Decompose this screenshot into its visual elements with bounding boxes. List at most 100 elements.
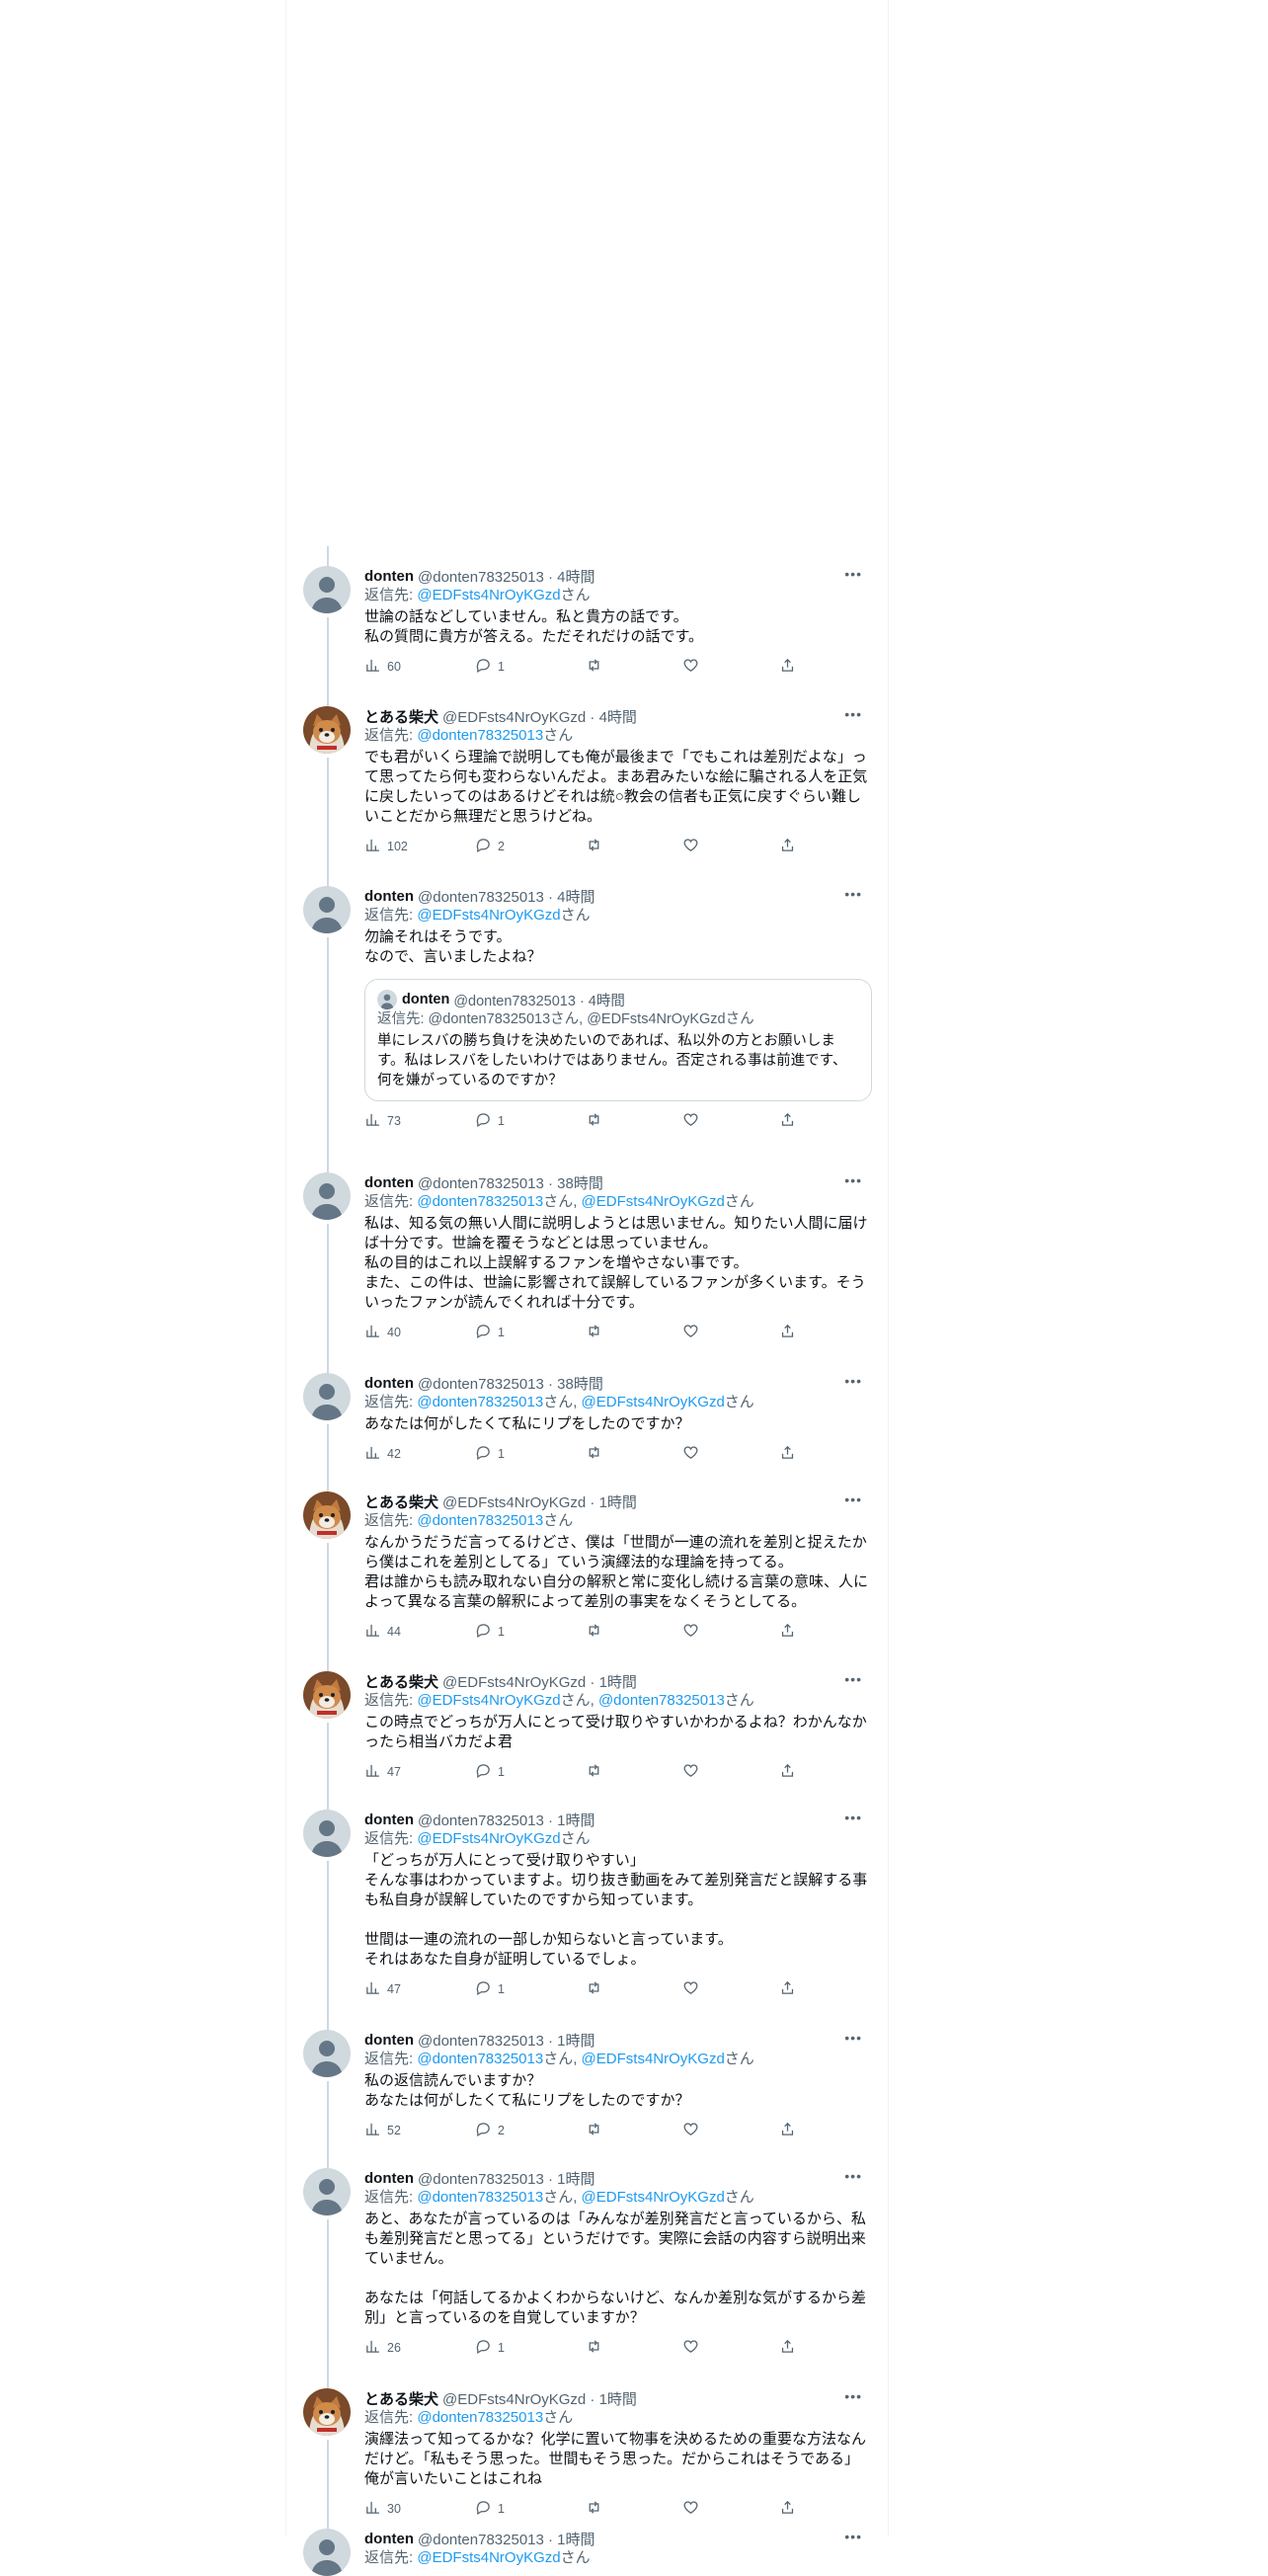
- more-icon[interactable]: •••: [844, 886, 862, 902]
- like-button[interactable]: [682, 2499, 779, 2519]
- reply-to-handle[interactable]: @EDFsts4NrOyKGzd: [582, 2189, 725, 2206]
- author-name[interactable]: donten: [364, 568, 414, 585]
- reply-to-handle[interactable]: @donten78325013: [598, 1692, 725, 1709]
- share-button[interactable]: [779, 1979, 796, 1999]
- tweet-item[interactable]: donten @donten78325013 · 1時間 ••• 返信先: @EDFs…: [286, 2509, 888, 2576]
- share-button[interactable]: [779, 1762, 796, 1782]
- reply-to-handle[interactable]: @donten78325013: [417, 2189, 543, 2206]
- share-button[interactable]: [779, 1622, 796, 1642]
- reply-to-handle[interactable]: @donten78325013: [417, 2051, 543, 2067]
- author-name[interactable]: とある柴犬: [364, 1491, 438, 1512]
- reply-to-handle[interactable]: @donten78325013: [417, 1193, 543, 1210]
- author-handle-time[interactable]: @donten78325013 · 38時間: [418, 1373, 603, 1394]
- author-handle-time[interactable]: @EDFsts4NrOyKGzd · 4時間: [442, 706, 637, 727]
- views-button[interactable]: 102: [364, 837, 475, 856]
- reply-button[interactable]: 1: [475, 1444, 586, 1464]
- more-icon[interactable]: •••: [844, 1810, 862, 1825]
- author-name[interactable]: とある柴犬: [364, 706, 438, 727]
- reply-button[interactable]: 1: [475, 1622, 586, 1642]
- views-button[interactable]: 60: [364, 657, 475, 677]
- avatar[interactable]: [303, 886, 351, 933]
- author-name[interactable]: donten: [364, 1174, 414, 1191]
- reply-to-handle[interactable]: @EDFsts4NrOyKGzd: [582, 1193, 725, 1210]
- more-icon[interactable]: •••: [844, 1671, 862, 1687]
- author-handle-time[interactable]: @EDFsts4NrOyKGzd · 1時間: [442, 1671, 637, 1692]
- avatar[interactable]: [303, 1373, 351, 1420]
- more-icon[interactable]: •••: [844, 2030, 862, 2046]
- retweet-button[interactable]: [586, 1444, 682, 1464]
- avatar[interactable]: [303, 2030, 351, 2077]
- tweet-item[interactable]: donten @donten78325013 · 38時間 ••• 返信先: @don…: [286, 1153, 888, 1370]
- tweet-item[interactable]: donten @donten78325013 · 1時間 ••• 返信先: @EDFs…: [286, 1790, 888, 2027]
- avatar[interactable]: [303, 2529, 351, 2576]
- more-icon[interactable]: •••: [844, 1373, 862, 1389]
- share-button[interactable]: [779, 2338, 796, 2358]
- reply-to-handle[interactable]: @EDFsts4NrOyKGzd: [417, 2549, 560, 2566]
- tweet-item[interactable]: とある柴犬 @EDFsts4NrOyKGzd · 1時間 ••• 返信先: @dont…: [286, 1472, 888, 1669]
- author-name[interactable]: donten: [364, 1375, 414, 1392]
- reply-to-handle[interactable]: @donten78325013: [417, 2409, 543, 2426]
- author-name[interactable]: とある柴犬: [364, 2388, 438, 2409]
- share-button[interactable]: [779, 1111, 796, 1131]
- author-handle-time[interactable]: @EDFsts4NrOyKGzd · 1時間: [442, 2388, 637, 2409]
- like-button[interactable]: [682, 1323, 779, 1342]
- views-button[interactable]: 47: [364, 1979, 475, 1999]
- views-button[interactable]: 40: [364, 1323, 475, 1342]
- like-button[interactable]: [682, 837, 779, 856]
- tweet-item[interactable]: とある柴犬 @EDFsts4NrOyKGzd · 1時間 ••• 返信先: @EDFs…: [286, 1651, 888, 1808]
- like-button[interactable]: [682, 2121, 779, 2140]
- tweet-item[interactable]: donten @donten78325013 · 4時間 ••• 返信先: @EDFs…: [286, 866, 888, 1167]
- retweet-button[interactable]: [586, 2499, 682, 2519]
- more-icon[interactable]: •••: [844, 706, 862, 722]
- reply-to-handle[interactable]: @EDFsts4NrOyKGzd: [417, 587, 560, 604]
- author-handle-time[interactable]: @donten78325013 · 1時間: [418, 2529, 595, 2549]
- more-icon[interactable]: •••: [844, 1491, 862, 1507]
- like-button[interactable]: [682, 1444, 779, 1464]
- retweet-button[interactable]: [586, 657, 682, 677]
- views-button[interactable]: 52: [364, 2121, 475, 2140]
- share-button[interactable]: [779, 2499, 796, 2519]
- like-button[interactable]: [682, 1979, 779, 1999]
- like-button[interactable]: [682, 2338, 779, 2358]
- share-button[interactable]: [779, 2121, 796, 2140]
- author-handle-time[interactable]: @donten78325013 · 1時間: [418, 1810, 595, 1830]
- retweet-button[interactable]: [586, 2338, 682, 2358]
- author-name[interactable]: donten: [364, 888, 414, 905]
- avatar[interactable]: [303, 1671, 351, 1719]
- reply-button[interactable]: 1: [475, 1979, 586, 1999]
- avatar[interactable]: [303, 566, 351, 613]
- tweet-item[interactable]: donten @donten78325013 · 4時間 ••• 返信先: @EDFs…: [286, 546, 888, 704]
- reply-button[interactable]: 1: [475, 1111, 586, 1131]
- views-button[interactable]: 73: [364, 1111, 475, 1131]
- like-button[interactable]: [682, 1622, 779, 1642]
- avatar[interactable]: [303, 2388, 351, 2436]
- author-name[interactable]: donten: [364, 2531, 414, 2547]
- views-button[interactable]: 30: [364, 2499, 475, 2519]
- reply-button[interactable]: 2: [475, 837, 586, 856]
- tweet-item[interactable]: とある柴犬 @EDFsts4NrOyKGzd · 4時間 ••• 返信先: @dont…: [286, 686, 888, 884]
- reply-to-handle[interactable]: @EDFsts4NrOyKGzd: [582, 2051, 725, 2067]
- reply-button[interactable]: 1: [475, 2499, 586, 2519]
- author-handle-time[interactable]: @donten78325013 · 1時間: [418, 2168, 595, 2189]
- views-button[interactable]: 47: [364, 1762, 475, 1782]
- author-handle-time[interactable]: @donten78325013 · 4時間: [418, 566, 595, 587]
- retweet-button[interactable]: [586, 1979, 682, 1999]
- retweet-button[interactable]: [586, 837, 682, 856]
- reply-button[interactable]: 1: [475, 2338, 586, 2358]
- reply-button[interactable]: 1: [475, 657, 586, 677]
- more-icon[interactable]: •••: [844, 1172, 862, 1188]
- more-icon[interactable]: •••: [844, 2388, 862, 2404]
- more-icon[interactable]: •••: [844, 2168, 862, 2184]
- tweet-item[interactable]: donten @donten78325013 · 1時間 ••• 返信先: @dont…: [286, 2010, 888, 2166]
- share-button[interactable]: [779, 1323, 796, 1342]
- avatar[interactable]: [303, 1172, 351, 1220]
- reply-button[interactable]: 1: [475, 1323, 586, 1342]
- more-icon[interactable]: •••: [844, 566, 862, 582]
- tweet-item[interactable]: とある柴犬 @EDFsts4NrOyKGzd · 1時間 ••• 返信先: @dont…: [286, 2369, 888, 2527]
- reply-to-handle[interactable]: @EDFsts4NrOyKGzd: [417, 907, 560, 924]
- author-handle-time[interactable]: @EDFsts4NrOyKGzd · 1時間: [442, 1491, 637, 1512]
- views-button[interactable]: 42: [364, 1444, 475, 1464]
- reply-to-handle[interactable]: @EDFsts4NrOyKGzd: [417, 1692, 560, 1709]
- views-button[interactable]: 26: [364, 2338, 475, 2358]
- avatar[interactable]: [303, 1810, 351, 1857]
